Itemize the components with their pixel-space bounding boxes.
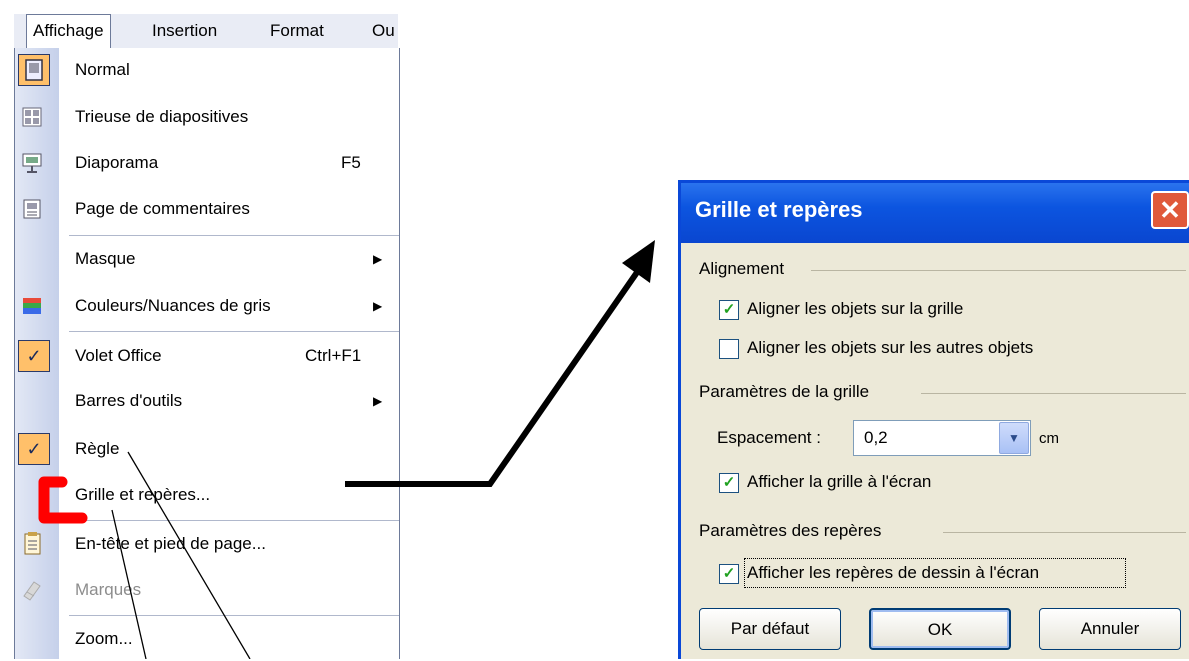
snap-to-objects-label[interactable]: Aligner les objets sur les autres objets (747, 338, 1033, 358)
shortcut-text: Ctrl+F1 (305, 346, 362, 365)
group-label-guide-settings: Paramètres des repères (699, 521, 882, 540)
menu-item-label: Marques (75, 580, 142, 599)
menu-item-label: Grille et repères... (75, 485, 211, 504)
menu-insertion[interactable]: Insertion (152, 14, 217, 48)
menu-item-slide-sorter[interactable]: Trieuse de diapositives (15, 95, 399, 139)
menu-format[interactable]: Format (270, 14, 324, 48)
check-icon: ✓ (18, 433, 50, 465)
menu-item-notes-page[interactable]: Page de commentaires (15, 187, 399, 231)
snap-to-objects-checkbox[interactable] (719, 339, 739, 359)
menu-item-master[interactable]: Masque ▶ (15, 237, 399, 281)
grid-guides-dialog: Grille et repères ✕ Alignement ✓ Aligner… (678, 180, 1189, 659)
shortcut-text: F5 (341, 153, 361, 172)
color-grayscale-icon (20, 294, 44, 318)
group-label-grid-settings: Paramètres de la grille (699, 382, 870, 401)
arrow-head-icon (622, 240, 655, 283)
menu-item-label: Barres d'outils (75, 391, 183, 410)
menu-item-ruler[interactable]: ✓ Règle (15, 427, 399, 471)
show-grid-label[interactable]: Afficher la grille à l'écran (747, 472, 931, 492)
slide-sorter-icon (20, 105, 44, 129)
menu-item-grid-guides[interactable]: Grille et repères... (15, 473, 399, 517)
menu-item-color-grayscale[interactable]: Couleurs/Nuances de gris ▶ (15, 284, 399, 328)
menu-item-header-footer[interactable]: En-tête et pied de page... (15, 522, 399, 566)
menu-item-slideshow[interactable]: Diaporama F5 (15, 141, 399, 185)
menu-item-label: Trieuse de diapositives (75, 107, 249, 126)
menu-affichage[interactable]: Affichage (26, 14, 111, 48)
menu-item-label: Masque (75, 249, 136, 268)
view-dropdown-menu: Normal Trieuse de diapositives Diaporama… (14, 48, 400, 659)
menu-item-toolbars[interactable]: Barres d'outils ▶ (15, 379, 399, 423)
normal-view-icon (18, 54, 50, 86)
check-icon: ✓ (18, 340, 50, 372)
show-grid-checkbox[interactable]: ✓ (719, 473, 739, 493)
submenu-arrow-icon: ▶ (373, 252, 383, 266)
menu-item-label: Zoom... (75, 629, 133, 648)
menu-item-label: Couleurs/Nuances de gris (75, 296, 271, 315)
menu-item-label: Diaporama (75, 153, 159, 172)
group-divider (921, 393, 1186, 394)
spacing-value: 0,2 (864, 428, 888, 447)
dialog-titlebar[interactable]: Grille et repères ✕ (681, 183, 1189, 243)
notes-page-icon (20, 197, 44, 221)
menu-item-zoom[interactable]: Zoom... (15, 617, 399, 661)
menu-outils[interactable]: Ou (372, 14, 398, 48)
snap-to-grid-label[interactable]: Aligner les objets sur la grille (747, 299, 963, 319)
menu-separator (69, 235, 399, 236)
spacing-label: Espacement : (717, 428, 821, 447)
close-icon[interactable]: ✕ (1151, 191, 1189, 229)
dialog-title: Grille et repères (695, 197, 863, 222)
menu-item-label: Règle (75, 439, 120, 458)
menu-item-task-pane[interactable]: ✓ Volet Office Ctrl+F1 (15, 334, 399, 378)
spacing-combobox[interactable]: 0,2 ▼ (853, 420, 1031, 456)
focus-rectangle (744, 558, 1126, 588)
markup-icon (20, 578, 44, 602)
group-divider (943, 532, 1186, 533)
default-button[interactable]: Par défaut (699, 608, 841, 650)
snap-to-grid-checkbox[interactable]: ✓ (719, 300, 739, 320)
menu-item-label: Normal (75, 60, 130, 79)
ok-button[interactable]: OK (869, 608, 1011, 650)
menu-separator (69, 520, 399, 521)
menu-item-label: Volet Office (75, 346, 162, 365)
menu-item-normal[interactable]: Normal (15, 48, 399, 92)
spacing-unit: cm (1039, 430, 1059, 447)
menu-bar: Affichage Insertion Format Ou (14, 14, 398, 49)
chevron-down-icon[interactable]: ▼ (999, 422, 1029, 454)
cancel-button[interactable]: Annuler (1039, 608, 1181, 650)
group-divider (811, 270, 1186, 271)
menu-separator (69, 331, 399, 332)
submenu-arrow-icon: ▶ (373, 299, 383, 313)
menu-separator (69, 615, 399, 616)
show-guides-checkbox[interactable]: ✓ (719, 564, 739, 584)
header-footer-icon (20, 532, 44, 556)
group-label-alignment: Alignement (699, 259, 785, 278)
menu-item-markup[interactable]: Marques (15, 568, 399, 612)
menu-item-label: En-tête et pied de page... (75, 534, 266, 553)
submenu-arrow-icon: ▶ (373, 394, 383, 408)
slideshow-icon (20, 151, 44, 175)
menu-item-label: Page de commentaires (75, 199, 250, 218)
